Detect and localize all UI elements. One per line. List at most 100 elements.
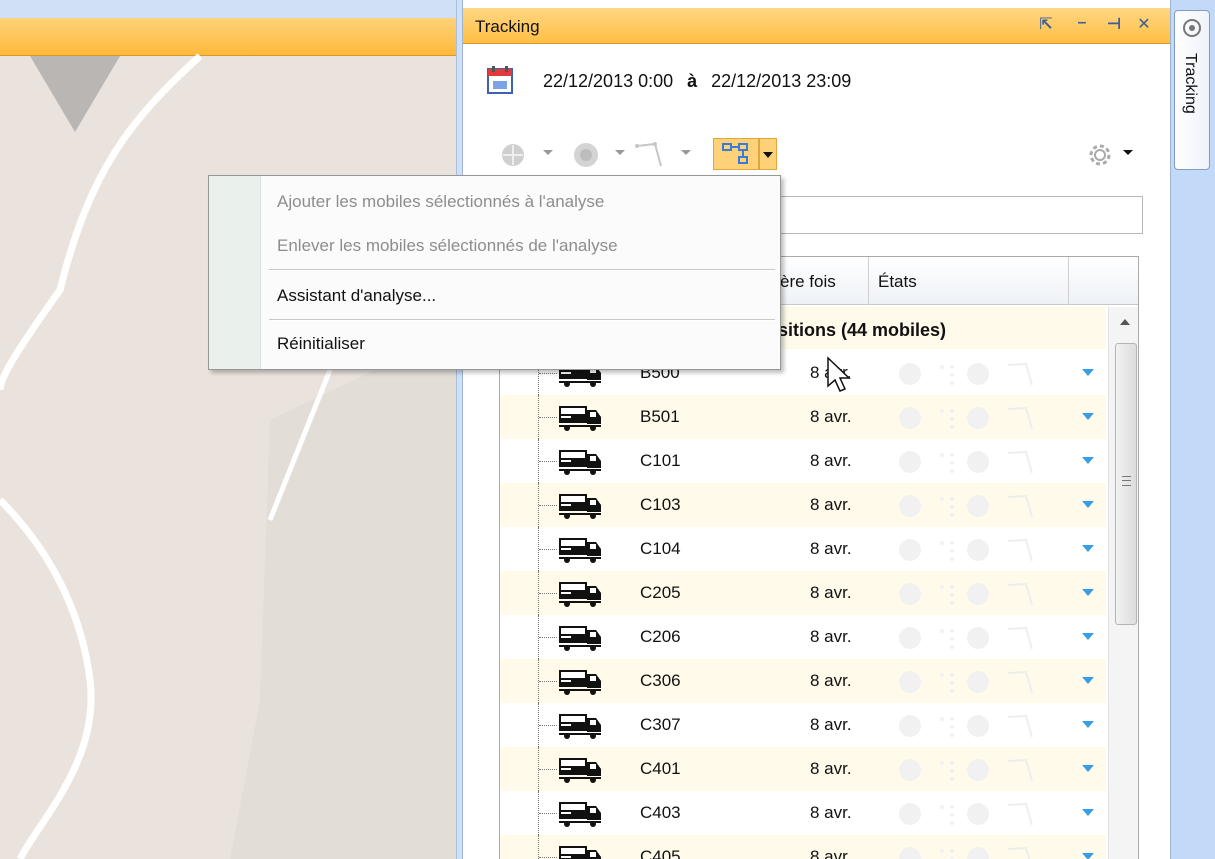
table-row[interactable]: C103 8 avr. <box>500 483 1106 527</box>
table-row[interactable]: C405 8 avr. <box>500 835 1106 859</box>
row-dropdown-arrow[interactable] <box>1082 501 1094 508</box>
location-icon <box>1183 19 1201 37</box>
first-time-date: 8 avr. <box>810 627 852 646</box>
mobile-name: B501 <box>640 407 680 426</box>
mobile-name: C104 <box>640 539 681 558</box>
pin-icon[interactable]: ⊣ <box>1103 14 1125 34</box>
date-range: 22/12/2013 0:00 à 22/12/2013 23:09 <box>487 62 1107 96</box>
state-icons <box>899 714 1033 738</box>
float-icon[interactable]: ⇱ <box>1035 14 1057 34</box>
column-header-first-time[interactable]: ère fois <box>780 272 836 292</box>
toolbar <box>499 134 1149 174</box>
scroll-up-arrow[interactable] <box>1120 319 1130 325</box>
analysis-dropdown-arrow[interactable] <box>759 138 777 170</box>
tree-connector <box>538 703 558 747</box>
date-range-text[interactable]: 22/12/2013 0:00 à 22/12/2013 23:09 <box>543 71 851 92</box>
row-dropdown-arrow[interactable] <box>1082 457 1094 464</box>
tree-connector <box>538 439 558 483</box>
state-icons <box>899 846 1031 859</box>
truck-icon <box>559 406 601 431</box>
scroll-thumb[interactable] <box>1115 343 1137 625</box>
mouse-cursor-icon <box>827 356 851 392</box>
state-icons <box>899 582 1033 606</box>
mobile-name: C405 <box>640 847 681 859</box>
row-dropdown-arrow[interactable] <box>1082 853 1094 859</box>
group-label: sitions (44 mobiles) <box>778 320 947 340</box>
mobile-name: C401 <box>640 759 681 778</box>
table-row[interactable]: C104 8 avr. <box>500 527 1106 571</box>
row-dropdown-arrow[interactable] <box>1082 413 1094 420</box>
column-header-states[interactable]: États <box>878 272 917 292</box>
truck-icon <box>559 758 601 783</box>
state-icons <box>899 406 1033 430</box>
tracking-dock-tab[interactable]: Tracking <box>1174 10 1210 170</box>
settings-icon[interactable] <box>1085 140 1115 170</box>
first-time-date: 8 avr. <box>810 539 852 558</box>
vertical-scrollbar[interactable] <box>1108 307 1138 859</box>
menu-icon-gutter <box>209 176 261 369</box>
minimize-icon[interactable]: – <box>1071 14 1093 32</box>
table-row[interactable]: C401 8 avr. <box>500 747 1106 791</box>
menu-item-remove-from-analysis[interactable]: Enlever les mobiles sélectionnés de l'an… <box>277 236 618 256</box>
column-separator[interactable] <box>868 257 869 305</box>
tree-connector <box>538 615 558 659</box>
path-dropdown-arrow[interactable] <box>681 150 691 155</box>
circle-dropdown-arrow[interactable] <box>615 150 625 155</box>
table-row[interactable]: C101 8 avr. <box>500 439 1106 483</box>
menu-item-reset[interactable]: Réinitialiser <box>277 334 365 354</box>
close-icon[interactable]: ✕ <box>1133 14 1155 34</box>
row-dropdown-arrow[interactable] <box>1082 809 1094 816</box>
dock-strip: Tracking <box>1170 0 1215 859</box>
mobile-name: C306 <box>640 671 681 690</box>
first-time-date: 8 avr. <box>810 583 852 602</box>
row-dropdown-arrow[interactable] <box>1082 721 1094 728</box>
truck-icon <box>559 846 601 859</box>
row-dropdown-arrow[interactable] <box>1082 589 1094 596</box>
analysis-icon <box>722 143 748 164</box>
menu-item-add-to-analysis[interactable]: Ajouter les mobiles sélectionnés à l'ana… <box>277 192 604 212</box>
table-row[interactable]: B501 8 avr. <box>500 395 1106 439</box>
row-dropdown-arrow[interactable] <box>1082 677 1094 684</box>
first-time-date: 8 avr. <box>810 407 852 426</box>
position-icon[interactable] <box>499 140 531 170</box>
position-dropdown-arrow[interactable] <box>543 150 553 155</box>
analysis-split-button[interactable] <box>713 138 777 170</box>
mobile-name: C206 <box>640 627 681 646</box>
tree-connector <box>538 483 558 527</box>
first-time-date: 8 avr. <box>810 671 852 690</box>
truck-icon <box>559 538 601 563</box>
truck-icon <box>559 626 601 651</box>
first-time-date: 8 avr. <box>810 803 852 822</box>
table-row[interactable]: C306 8 avr. <box>500 659 1106 703</box>
row-dropdown-arrow[interactable] <box>1082 369 1094 376</box>
table-row[interactable]: C205 8 avr. <box>500 571 1106 615</box>
state-icons <box>899 802 1033 826</box>
calendar-icon[interactable] <box>487 66 513 94</box>
truck-icon <box>559 714 601 739</box>
map-view[interactable] <box>0 0 458 859</box>
row-dropdown-arrow[interactable] <box>1082 633 1094 640</box>
state-icons <box>899 538 1033 562</box>
truck-icon <box>559 450 601 475</box>
mobile-name: C307 <box>640 715 681 734</box>
first-time-date: 8 avr. <box>810 715 852 734</box>
table-row[interactable]: C307 8 avr. <box>500 703 1106 747</box>
mobile-name: C103 <box>640 495 681 514</box>
settings-dropdown-arrow[interactable] <box>1123 150 1133 155</box>
menu-item-analysis-wizard[interactable]: Assistant d'analyse... <box>277 286 436 306</box>
column-separator[interactable] <box>1068 257 1069 305</box>
tree-connector <box>538 659 558 703</box>
path-icon[interactable] <box>633 140 669 170</box>
date-from: 22/12/2013 0:00 <box>543 71 674 91</box>
date-to: 22/12/2013 23:09 <box>711 71 852 91</box>
row-dropdown-arrow[interactable] <box>1082 765 1094 772</box>
first-time-date: 8 avr. <box>810 495 852 514</box>
truck-icon <box>559 582 601 607</box>
row-dropdown-arrow[interactable] <box>1082 545 1094 552</box>
table-row[interactable]: C206 8 avr. <box>500 615 1106 659</box>
date-separator: à <box>687 71 698 91</box>
tree-connector <box>538 835 558 859</box>
table-row[interactable]: C403 8 avr. <box>500 791 1106 835</box>
tree-connector <box>538 791 558 835</box>
circle-icon[interactable] <box>571 140 603 170</box>
